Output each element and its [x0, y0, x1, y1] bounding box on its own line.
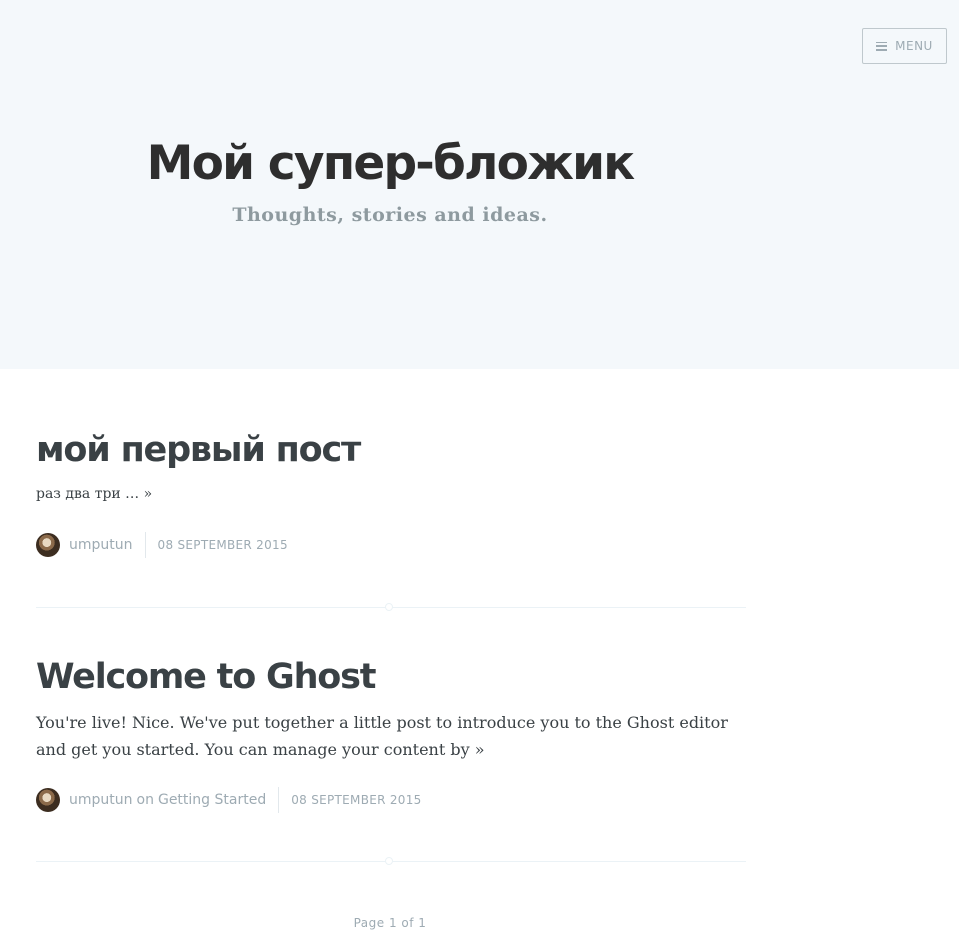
- author-avatar[interactable]: [36, 788, 60, 812]
- post-title[interactable]: мой первый пост: [36, 430, 746, 470]
- post-date: 08 SEPTEMBER 2015: [291, 793, 422, 807]
- post-title[interactable]: Welcome to Ghost: [36, 657, 746, 697]
- menu-button[interactable]: MENU: [862, 28, 947, 64]
- post-excerpt-text: You're live! Nice. We've put together a …: [36, 713, 728, 759]
- post-divider: [36, 603, 746, 611]
- post-excerpt: You're live! Nice. We've put together a …: [36, 709, 746, 763]
- blog-header: MENU Мой супер-бложик Thoughts, stories …: [0, 0, 959, 369]
- post-excerpt-text: раз два три …: [36, 486, 140, 502]
- post-item: Welcome to Ghost You're live! Nice. We'v…: [36, 657, 746, 813]
- read-more-link[interactable]: »: [144, 486, 153, 502]
- read-more-link[interactable]: »: [475, 740, 485, 759]
- pagination: Page 1 of 1: [353, 916, 427, 930]
- post-item: мой первый пост раз два три … » umputun …: [36, 430, 746, 558]
- blog-description: Thoughts, stories and ideas.: [232, 204, 548, 226]
- on-word: on: [136, 792, 154, 808]
- blog-title[interactable]: Мой супер-бложик: [0, 136, 780, 191]
- hamburger-icon: [876, 41, 888, 51]
- post-meta: umputun 08 SEPTEMBER 2015: [36, 532, 288, 558]
- divider-dot: [385, 857, 393, 865]
- post-divider: [36, 857, 746, 865]
- menu-label: MENU: [895, 39, 933, 53]
- post-meta: umputun on Getting Started 08 SEPTEMBER …: [36, 787, 422, 813]
- author-link[interactable]: umputun: [69, 792, 133, 808]
- meta-divider: [144, 532, 146, 558]
- author-link[interactable]: umputun: [69, 537, 133, 553]
- tag-link[interactable]: Getting Started: [158, 792, 266, 808]
- author-avatar[interactable]: [36, 533, 60, 557]
- divider-dot: [385, 603, 393, 611]
- post-excerpt: раз два три … »: [36, 486, 746, 502]
- post-date: 08 SEPTEMBER 2015: [157, 538, 288, 552]
- meta-divider: [278, 787, 280, 813]
